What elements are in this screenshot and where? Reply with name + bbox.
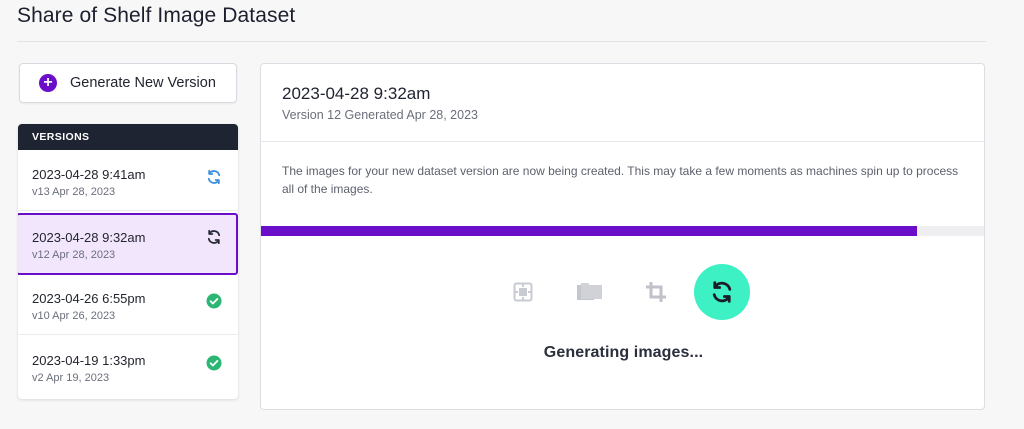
versions-header: VERSIONS [18, 124, 238, 150]
sync-icon [207, 229, 221, 245]
version-date: 2023-04-19 1:33pm [32, 353, 146, 368]
version-sub: v13 Apr 28, 2023 [32, 186, 116, 198]
generate-new-version-button[interactable]: + Generate New Version [19, 63, 237, 103]
folders-icon [562, 264, 618, 320]
version-sub: v10 Apr 26, 2023 [32, 310, 116, 322]
version-item-v10[interactable]: 2023-04-26 6:55pm v10 Apr 26, 2023 [18, 274, 238, 335]
check-circle-icon [206, 355, 222, 371]
title-divider [17, 41, 986, 42]
version-item-v2[interactable]: 2023-04-19 1:33pm v2 Apr 19, 2023 [18, 336, 238, 397]
card-divider [261, 141, 984, 142]
version-date: 2023-04-26 6:55pm [32, 291, 146, 306]
preprocessing-icon [495, 264, 551, 320]
generation-steps [261, 264, 984, 322]
progress-bar [261, 226, 984, 236]
sync-icon [712, 281, 732, 303]
generation-status-text: Generating images... [543, 344, 704, 361]
version-date: 2023-04-28 9:32am [32, 230, 146, 245]
plus-circle-icon: + [39, 74, 57, 92]
version-sub: v12 Apr 28, 2023 [32, 249, 116, 261]
sync-step-active [694, 264, 750, 320]
version-item-v13[interactable]: 2023-04-28 9:41am v13 Apr 28, 2023 [18, 150, 238, 211]
check-circle-icon [206, 293, 222, 309]
sync-icon [207, 169, 221, 185]
page-title: Share of Shelf Image Dataset [17, 4, 296, 27]
version-title: 2023-04-28 9:32am [282, 84, 431, 103]
generation-description: The images for your new dataset version … [282, 164, 959, 196]
version-subtitle: Version 12 Generated Apr 28, 2023 [282, 108, 478, 122]
version-sub: v2 Apr 19, 2023 [32, 372, 110, 384]
version-detail-card: 2023-04-28 9:32am Version 12 Generated A… [260, 63, 985, 410]
crop-icon [628, 264, 684, 320]
progress-fill [261, 226, 918, 236]
version-item-v12[interactable]: 2023-04-28 9:32am v12 Apr 28, 2023 [18, 213, 238, 275]
generate-new-version-label: Generate New Version [70, 75, 216, 91]
versions-panel: VERSIONS 2023-04-28 9:41am v13 Apr 28, 2… [18, 124, 238, 399]
version-date: 2023-04-28 9:41am [32, 167, 146, 182]
